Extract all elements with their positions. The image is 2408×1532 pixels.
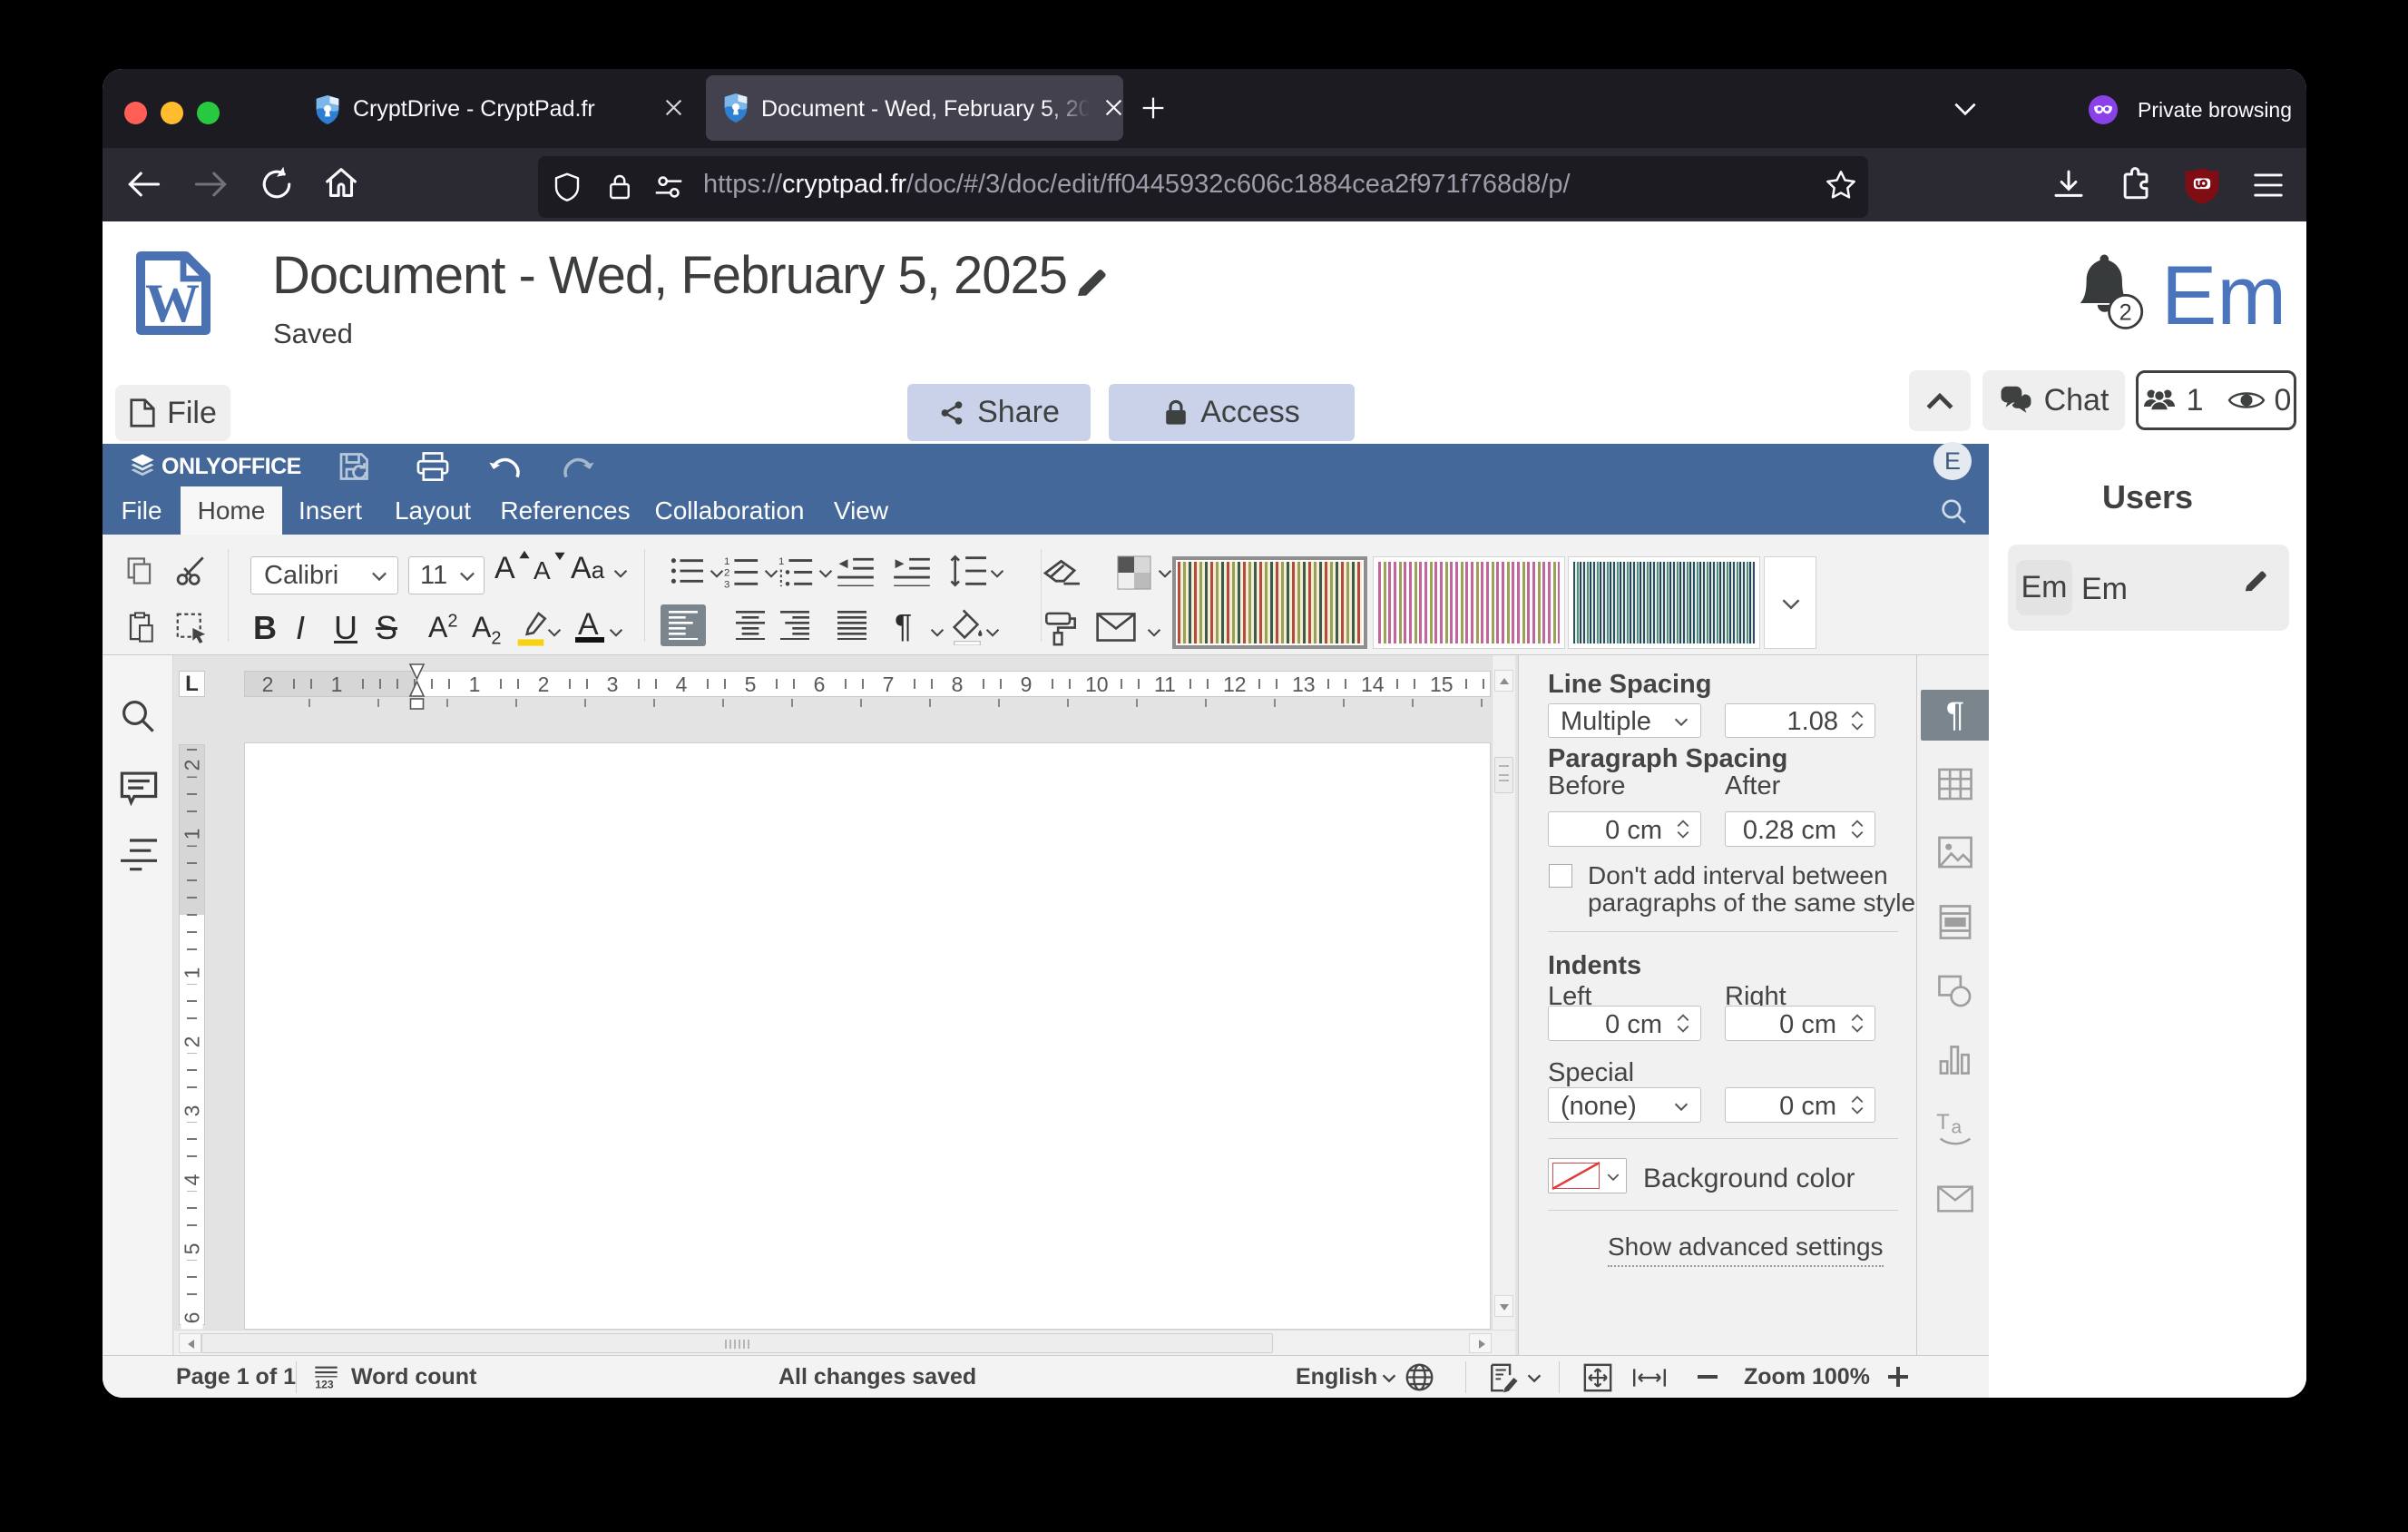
svg-text:W: W: [145, 273, 200, 333]
svg-text:2: 2: [724, 568, 729, 579]
svg-text:123: 123: [315, 1379, 334, 1390]
svg-text:3: 3: [724, 580, 729, 588]
svg-text:T: T: [1936, 1111, 1949, 1134]
svg-text:1: 1: [724, 556, 729, 567]
svg-text:1: 1: [778, 556, 784, 567]
svg-text:a: a: [1952, 1117, 1963, 1138]
